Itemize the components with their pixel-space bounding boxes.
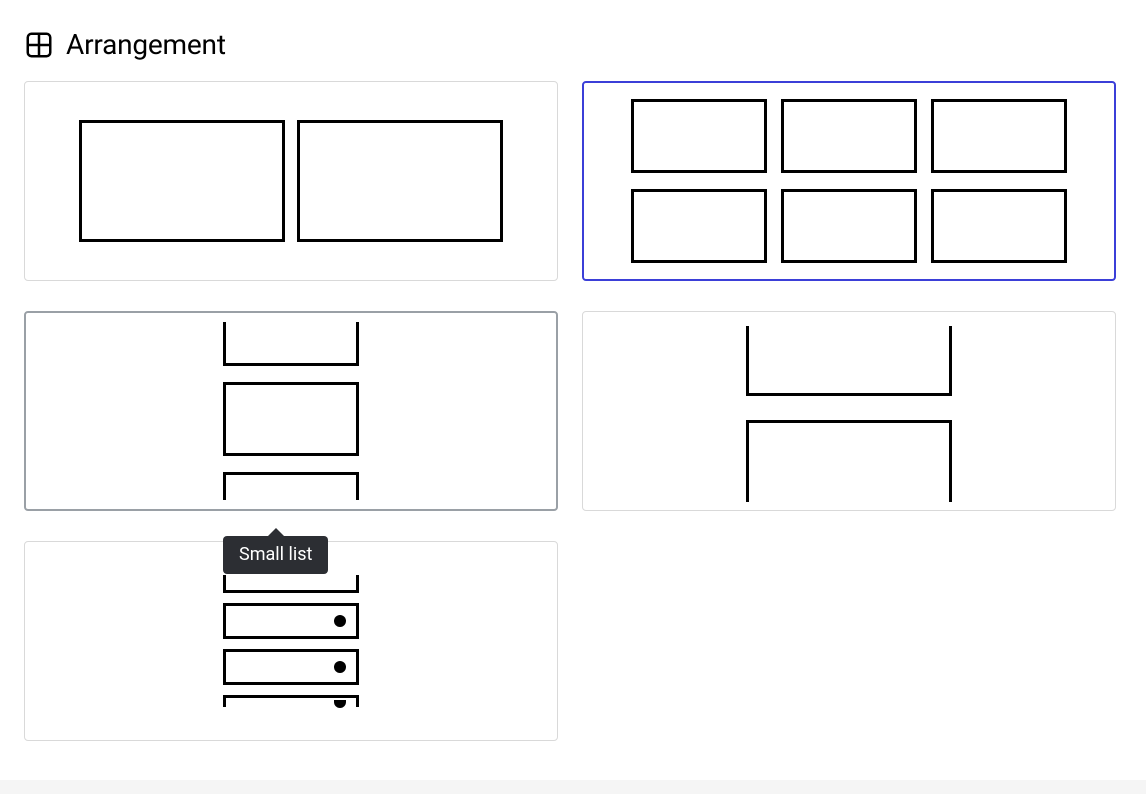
bottom-bar — [0, 780, 1146, 794]
preview-rect — [79, 120, 285, 242]
preview-rect — [746, 326, 952, 396]
arrangement-option-small-list[interactable] — [24, 311, 558, 511]
dot-icon — [334, 700, 346, 708]
preview-rect — [297, 120, 503, 242]
preview-rect — [223, 649, 359, 685]
section-title: Arrangement — [66, 28, 226, 61]
preview-rect — [781, 189, 917, 263]
preview-rect — [746, 420, 952, 502]
grid-icon — [24, 30, 54, 60]
option-preview — [223, 322, 359, 500]
arrangement-option-small-grid[interactable] — [582, 81, 1116, 281]
option-preview — [223, 575, 359, 707]
preview-rect — [781, 99, 917, 173]
preview-rect — [223, 322, 359, 366]
arrangement-section: Arrangement — [0, 0, 1115, 741]
preview-rect — [931, 99, 1067, 173]
option-preview — [746, 320, 952, 502]
option-preview — [79, 120, 503, 242]
dot-icon — [334, 661, 346, 673]
preview-rect — [631, 189, 767, 263]
preview-rect — [631, 99, 767, 173]
arrangement-option-large-list[interactable] — [582, 311, 1116, 511]
option-preview — [631, 93, 1067, 269]
dot-icon — [334, 615, 346, 627]
section-header: Arrangement — [24, 28, 1091, 61]
preview-rect — [931, 189, 1067, 263]
preview-rect — [223, 472, 359, 500]
preview-rect — [223, 603, 359, 639]
arrangement-options-grid — [24, 81, 1091, 741]
tooltip-small-list: Small list — [223, 536, 328, 574]
preview-rect — [223, 695, 359, 707]
preview-rect — [223, 382, 359, 456]
arrangement-option-large-grid[interactable] — [24, 81, 558, 281]
preview-rect — [223, 575, 359, 593]
